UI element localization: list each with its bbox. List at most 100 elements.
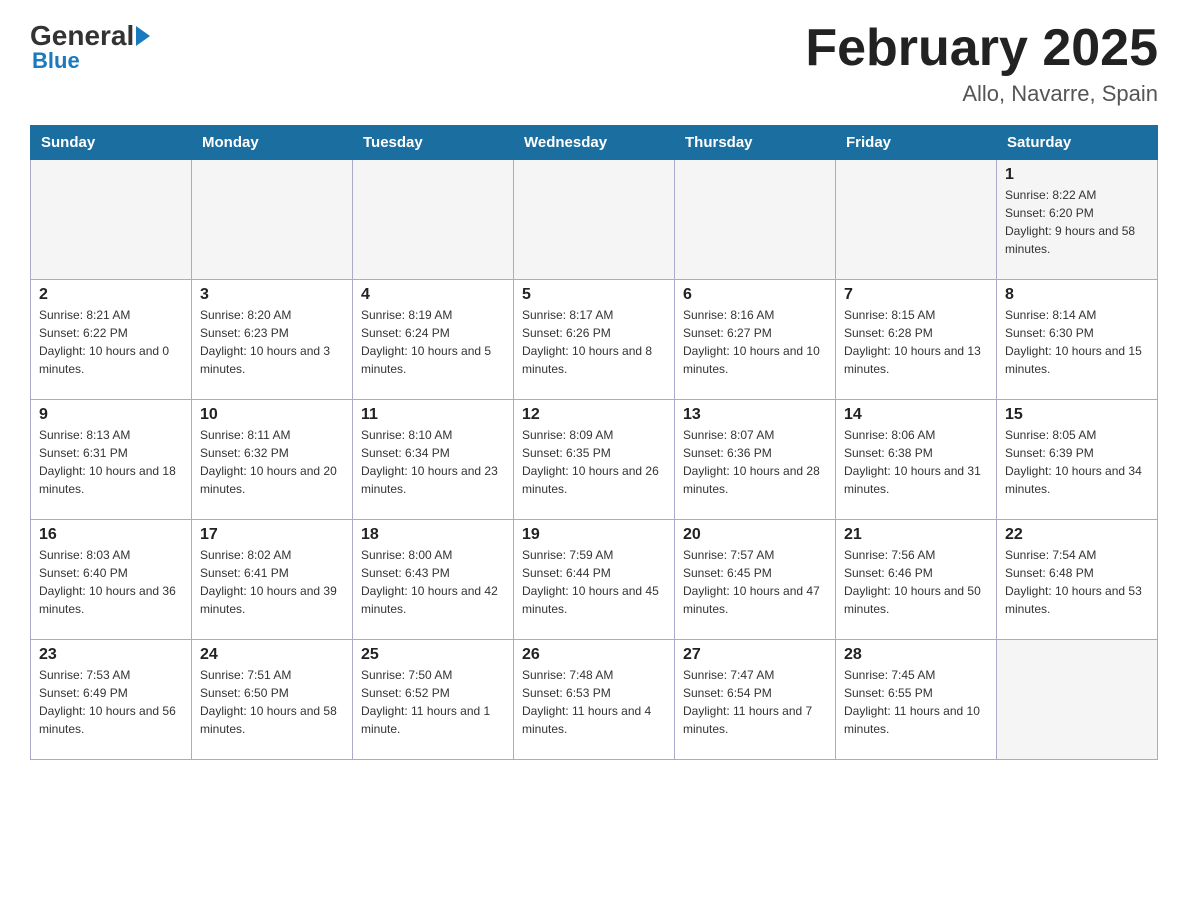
day-number: 14 bbox=[844, 406, 988, 424]
calendar-day-cell bbox=[192, 160, 353, 280]
calendar-day-cell: 6 Sunrise: 8:16 AM Sunset: 6:27 PM Daylig… bbox=[675, 280, 836, 400]
calendar-day-cell: 3Sunrise: 8:20 AM Sunset: 6:23 PM Daylig… bbox=[192, 280, 353, 400]
day-number: 1 bbox=[1005, 166, 1149, 184]
day-info: Sunrise: 8:09 AM Sunset: 6:35 PM Dayligh… bbox=[522, 426, 666, 498]
calendar-day-cell: 2 Sunrise: 8:21 AM Sunset: 6:22 PM Daylig… bbox=[31, 280, 192, 400]
calendar-day-cell: 18 Sunrise: 8:00 AM Sunset: 6:43 PM Dayli… bbox=[353, 520, 514, 640]
day-number: 19 bbox=[522, 526, 666, 544]
calendar-week-row: 23Sunrise: 7:53 AM Sunset: 6:49 PM Dayli… bbox=[31, 640, 1158, 760]
calendar-day-cell: 5 Sunrise: 8:17 AM Sunset: 6:26 PM Daylig… bbox=[514, 280, 675, 400]
day-info: Sunrise: 7:56 AM Sunset: 6:46 PM Dayligh… bbox=[844, 546, 988, 618]
day-number: 17 bbox=[200, 526, 344, 544]
day-number: 20 bbox=[683, 526, 827, 544]
day-info: Sunrise: 8:17 AM Sunset: 6:26 PM Dayligh… bbox=[522, 306, 666, 378]
calendar-day-cell bbox=[675, 160, 836, 280]
day-number: 10 bbox=[200, 406, 344, 424]
calendar-day-cell: 10 Sunrise: 8:11 AM Sunset: 6:32 PM Dayli… bbox=[192, 400, 353, 520]
day-info: Sunrise: 8:05 AM Sunset: 6:39 PM Dayligh… bbox=[1005, 426, 1149, 498]
day-info: Sunrise: 8:21 AM Sunset: 6:22 PM Dayligh… bbox=[39, 306, 183, 378]
calendar-day-cell: 1 Sunrise: 8:22 AM Sunset: 6:20 PM Daylig… bbox=[997, 160, 1158, 280]
day-number: 8 bbox=[1005, 286, 1149, 304]
logo-blue: Blue bbox=[32, 48, 80, 74]
day-number: 22 bbox=[1005, 526, 1149, 544]
day-info: Sunrise: 7:50 AM Sunset: 6:52 PM Dayligh… bbox=[361, 666, 505, 738]
calendar-week-row: 2 Sunrise: 8:21 AM Sunset: 6:22 PM Daylig… bbox=[31, 280, 1158, 400]
day-number: 21 bbox=[844, 526, 988, 544]
calendar-day-cell: 14 Sunrise: 8:06 AM Sunset: 6:38 PM Dayli… bbox=[836, 400, 997, 520]
calendar-week-row: 16 Sunrise: 8:03 AM Sunset: 6:40 PM Dayli… bbox=[31, 520, 1158, 640]
day-info: Sunrise: 7:48 AM Sunset: 6:53 PM Dayligh… bbox=[522, 666, 666, 738]
calendar-table: SundayMondayTuesdayWednesdayThursdayFrid… bbox=[30, 125, 1158, 760]
day-of-week-header: Friday bbox=[836, 126, 997, 160]
day-of-week-header: Saturday bbox=[997, 126, 1158, 160]
calendar-day-cell: 11Sunrise: 8:10 AM Sunset: 6:34 PM Dayli… bbox=[353, 400, 514, 520]
calendar-header-row: SundayMondayTuesdayWednesdayThursdayFrid… bbox=[31, 126, 1158, 160]
day-of-week-header: Tuesday bbox=[353, 126, 514, 160]
day-info: Sunrise: 8:19 AM Sunset: 6:24 PM Dayligh… bbox=[361, 306, 505, 378]
day-number: 16 bbox=[39, 526, 183, 544]
day-info: Sunrise: 7:54 AM Sunset: 6:48 PM Dayligh… bbox=[1005, 546, 1149, 618]
calendar-day-cell: 24 Sunrise: 7:51 AM Sunset: 6:50 PM Dayli… bbox=[192, 640, 353, 760]
day-info: Sunrise: 8:07 AM Sunset: 6:36 PM Dayligh… bbox=[683, 426, 827, 498]
day-number: 26 bbox=[522, 646, 666, 664]
calendar-day-cell: 15 Sunrise: 8:05 AM Sunset: 6:39 PM Dayli… bbox=[997, 400, 1158, 520]
day-number: 3 bbox=[200, 286, 344, 304]
day-number: 27 bbox=[683, 646, 827, 664]
day-info: Sunrise: 7:45 AM Sunset: 6:55 PM Dayligh… bbox=[844, 666, 988, 738]
day-of-week-header: Monday bbox=[192, 126, 353, 160]
day-number: 18 bbox=[361, 526, 505, 544]
day-info: Sunrise: 8:06 AM Sunset: 6:38 PM Dayligh… bbox=[844, 426, 988, 498]
day-number: 5 bbox=[522, 286, 666, 304]
day-number: 13 bbox=[683, 406, 827, 424]
logo: General Blue bbox=[30, 20, 152, 74]
calendar-day-cell: 28Sunrise: 7:45 AM Sunset: 6:55 PM Dayli… bbox=[836, 640, 997, 760]
calendar-day-cell: 8 Sunrise: 8:14 AM Sunset: 6:30 PM Daylig… bbox=[997, 280, 1158, 400]
title-block: February 2025 Allo, Navarre, Spain bbox=[805, 20, 1158, 107]
calendar-day-cell: 27 Sunrise: 7:47 AM Sunset: 6:54 PM Dayli… bbox=[675, 640, 836, 760]
day-number: 15 bbox=[1005, 406, 1149, 424]
calendar-day-cell bbox=[514, 160, 675, 280]
day-info: Sunrise: 8:02 AM Sunset: 6:41 PM Dayligh… bbox=[200, 546, 344, 618]
calendar-day-cell bbox=[353, 160, 514, 280]
day-info: Sunrise: 7:51 AM Sunset: 6:50 PM Dayligh… bbox=[200, 666, 344, 738]
calendar-day-cell: 4 Sunrise: 8:19 AM Sunset: 6:24 PM Daylig… bbox=[353, 280, 514, 400]
day-info: Sunrise: 8:03 AM Sunset: 6:40 PM Dayligh… bbox=[39, 546, 183, 618]
calendar-day-cell: 19 Sunrise: 7:59 AM Sunset: 6:44 PM Dayli… bbox=[514, 520, 675, 640]
calendar-day-cell: 16 Sunrise: 8:03 AM Sunset: 6:40 PM Dayli… bbox=[31, 520, 192, 640]
day-info: Sunrise: 8:14 AM Sunset: 6:30 PM Dayligh… bbox=[1005, 306, 1149, 378]
day-of-week-header: Thursday bbox=[675, 126, 836, 160]
day-info: Sunrise: 8:16 AM Sunset: 6:27 PM Dayligh… bbox=[683, 306, 827, 378]
calendar-day-cell bbox=[836, 160, 997, 280]
day-info: Sunrise: 8:00 AM Sunset: 6:43 PM Dayligh… bbox=[361, 546, 505, 618]
calendar-day-cell: 21 Sunrise: 7:56 AM Sunset: 6:46 PM Dayli… bbox=[836, 520, 997, 640]
calendar-day-cell: 25Sunrise: 7:50 AM Sunset: 6:52 PM Dayli… bbox=[353, 640, 514, 760]
day-number: 9 bbox=[39, 406, 183, 424]
calendar-day-cell: 20Sunrise: 7:57 AM Sunset: 6:45 PM Dayli… bbox=[675, 520, 836, 640]
location-title: Allo, Navarre, Spain bbox=[805, 81, 1158, 107]
calendar-day-cell bbox=[31, 160, 192, 280]
day-number: 4 bbox=[361, 286, 505, 304]
calendar-day-cell: 23Sunrise: 7:53 AM Sunset: 6:49 PM Dayli… bbox=[31, 640, 192, 760]
day-number: 2 bbox=[39, 286, 183, 304]
calendar-day-cell bbox=[997, 640, 1158, 760]
calendar-day-cell: 9Sunrise: 8:13 AM Sunset: 6:31 PM Daylig… bbox=[31, 400, 192, 520]
month-title: February 2025 bbox=[805, 20, 1158, 77]
day-of-week-header: Sunday bbox=[31, 126, 192, 160]
day-info: Sunrise: 8:11 AM Sunset: 6:32 PM Dayligh… bbox=[200, 426, 344, 498]
calendar-day-cell: 26 Sunrise: 7:48 AM Sunset: 6:53 PM Dayli… bbox=[514, 640, 675, 760]
day-info: Sunrise: 8:10 AM Sunset: 6:34 PM Dayligh… bbox=[361, 426, 505, 498]
calendar-week-row: 1 Sunrise: 8:22 AM Sunset: 6:20 PM Daylig… bbox=[31, 160, 1158, 280]
calendar-week-row: 9Sunrise: 8:13 AM Sunset: 6:31 PM Daylig… bbox=[31, 400, 1158, 520]
day-number: 6 bbox=[683, 286, 827, 304]
day-info: Sunrise: 7:47 AM Sunset: 6:54 PM Dayligh… bbox=[683, 666, 827, 738]
day-info: Sunrise: 8:22 AM Sunset: 6:20 PM Dayligh… bbox=[1005, 186, 1149, 258]
calendar-day-cell: 7Sunrise: 8:15 AM Sunset: 6:28 PM Daylig… bbox=[836, 280, 997, 400]
calendar-day-cell: 17 Sunrise: 8:02 AM Sunset: 6:41 PM Dayli… bbox=[192, 520, 353, 640]
day-number: 24 bbox=[200, 646, 344, 664]
day-info: Sunrise: 7:53 AM Sunset: 6:49 PM Dayligh… bbox=[39, 666, 183, 738]
day-info: Sunrise: 7:59 AM Sunset: 6:44 PM Dayligh… bbox=[522, 546, 666, 618]
calendar-day-cell: 13 Sunrise: 8:07 AM Sunset: 6:36 PM Dayli… bbox=[675, 400, 836, 520]
day-number: 12 bbox=[522, 406, 666, 424]
day-number: 7 bbox=[844, 286, 988, 304]
day-of-week-header: Wednesday bbox=[514, 126, 675, 160]
